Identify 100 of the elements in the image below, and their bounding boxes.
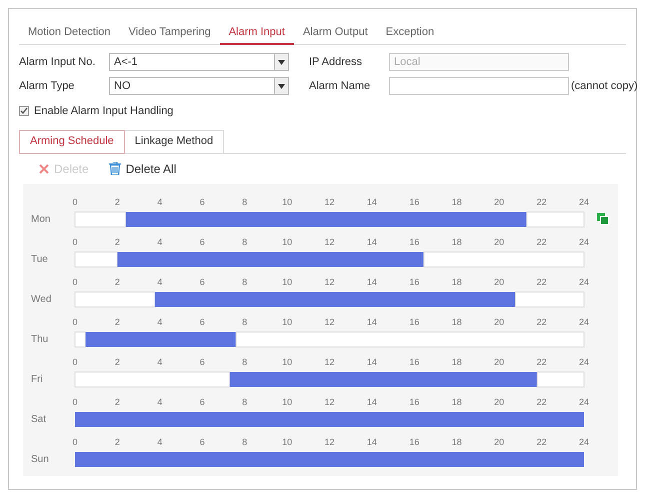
day-label: Fri xyxy=(31,374,43,384)
tick-label: 24 xyxy=(579,396,589,406)
tick-label: 2 xyxy=(114,316,120,326)
tick-label: 8 xyxy=(242,196,248,206)
tick-label: 16 xyxy=(409,236,420,246)
tick-label: 8 xyxy=(242,316,248,326)
tick-label: 22 xyxy=(536,356,547,366)
checkbox[interactable] xyxy=(19,106,29,116)
tick-label: 24 xyxy=(579,356,589,366)
tick-label: 22 xyxy=(536,436,547,446)
tab[interactable]: Motion Detection xyxy=(19,21,120,45)
caret-icon xyxy=(278,60,285,64)
tick-label: 16 xyxy=(409,396,420,406)
tick-label: 6 xyxy=(200,436,205,446)
tick-label: 4 xyxy=(157,436,162,446)
armed-period-bar[interactable] xyxy=(75,452,584,466)
tick-label: 22 xyxy=(536,236,547,246)
tick-label: 18 xyxy=(452,316,462,326)
tick-label: 0 xyxy=(72,396,78,406)
tick-label: 10 xyxy=(282,396,292,406)
day-label: Mon xyxy=(31,214,50,224)
tick-label: 24 xyxy=(579,436,589,446)
armed-period-bar[interactable] xyxy=(230,372,538,386)
tick-label: 12 xyxy=(324,236,334,246)
tick-label: 4 xyxy=(157,276,162,286)
close-icon xyxy=(39,164,49,174)
tick-label: 20 xyxy=(494,436,504,446)
tick-label: 18 xyxy=(452,356,462,366)
tick-label: 16 xyxy=(409,356,420,366)
tick-label: 20 xyxy=(494,396,504,406)
tick-label: 14 xyxy=(366,396,377,406)
tick-label: 12 xyxy=(324,396,334,406)
tab[interactable]: Video Tampering xyxy=(120,21,220,45)
tick-label: 10 xyxy=(282,316,292,326)
armed-period-bar[interactable] xyxy=(126,212,527,226)
day-label: Wed xyxy=(31,294,52,304)
tick-label: 14 xyxy=(366,316,377,326)
tick-label: 18 xyxy=(452,436,462,446)
tick-label: 16 xyxy=(409,196,420,206)
tick-label: 24 xyxy=(579,236,589,246)
tick-label: 6 xyxy=(200,236,205,246)
tick-label: 0 xyxy=(72,276,78,286)
tick-label: 20 xyxy=(494,276,504,286)
tick-label: 4 xyxy=(157,316,162,326)
tick-label: 4 xyxy=(157,236,162,246)
day-label: Sat xyxy=(31,414,46,424)
day-label: Sun xyxy=(31,454,49,464)
dropdown[interactable]: NO xyxy=(109,77,289,95)
tick-label: 4 xyxy=(157,196,162,206)
delete-all-button[interactable]: Delete All xyxy=(108,160,176,178)
field-label: Alarm Type xyxy=(19,78,76,94)
tick-label: 8 xyxy=(242,356,248,366)
tick-label: 14 xyxy=(366,356,377,366)
tick-label: 8 xyxy=(242,276,248,286)
tick-label: 22 xyxy=(536,316,547,326)
checkbox-label: Enable Alarm Input Handling xyxy=(34,104,174,119)
copy-icon[interactable] xyxy=(597,212,609,224)
tab[interactable]: Linkage Method xyxy=(124,130,224,154)
tick-label: 14 xyxy=(366,236,377,246)
dropdown[interactable]: A<-1 xyxy=(109,53,289,71)
tick-label: 12 xyxy=(324,436,334,446)
tick-label: 24 xyxy=(579,316,589,326)
caret-icon xyxy=(278,84,285,88)
tick-label: 12 xyxy=(324,276,334,286)
field-label: Alarm Name xyxy=(309,78,372,94)
armed-period-bar[interactable] xyxy=(86,332,236,346)
tick-label: 6 xyxy=(200,196,205,206)
tick-label: 20 xyxy=(494,356,504,366)
tick-label: 18 xyxy=(452,196,462,206)
tick-label: 20 xyxy=(494,316,504,326)
tick-label: 12 xyxy=(324,316,334,326)
tick-label: 6 xyxy=(200,396,205,406)
field-label: IP Address xyxy=(309,54,363,70)
alarm-name-field[interactable] xyxy=(389,77,569,95)
tick-label: 6 xyxy=(200,276,205,286)
tick-label: 14 xyxy=(366,276,377,286)
tick-label: 14 xyxy=(366,196,377,206)
tick-label: 22 xyxy=(536,196,547,206)
tick-label: 0 xyxy=(72,356,78,366)
armed-period-bar[interactable] xyxy=(154,292,516,306)
tick-label: 12 xyxy=(324,356,334,366)
unarmed-period-bar[interactable] xyxy=(74,331,86,347)
tab[interactable]: Arming Schedule xyxy=(19,130,125,154)
tick-label: 2 xyxy=(114,436,120,446)
tab[interactable]: Alarm Input xyxy=(220,21,294,45)
trash-icon xyxy=(108,162,121,175)
armed-period-bar[interactable] xyxy=(75,412,584,426)
tick-label: 24 xyxy=(579,196,589,206)
tick-label: 4 xyxy=(157,396,162,406)
tick-label: 2 xyxy=(114,396,120,406)
armed-period-bar[interactable] xyxy=(117,252,424,266)
tick-label: 18 xyxy=(452,276,462,286)
day-label: Tue xyxy=(31,254,48,264)
tick-label: 18 xyxy=(452,236,462,246)
tab[interactable]: Alarm Output xyxy=(294,21,377,45)
day-label: Thu xyxy=(31,334,48,344)
tick-label: 10 xyxy=(282,196,292,206)
tab[interactable]: Exception xyxy=(376,21,444,45)
tick-label: 2 xyxy=(114,356,120,366)
tick-label: 10 xyxy=(282,236,292,246)
